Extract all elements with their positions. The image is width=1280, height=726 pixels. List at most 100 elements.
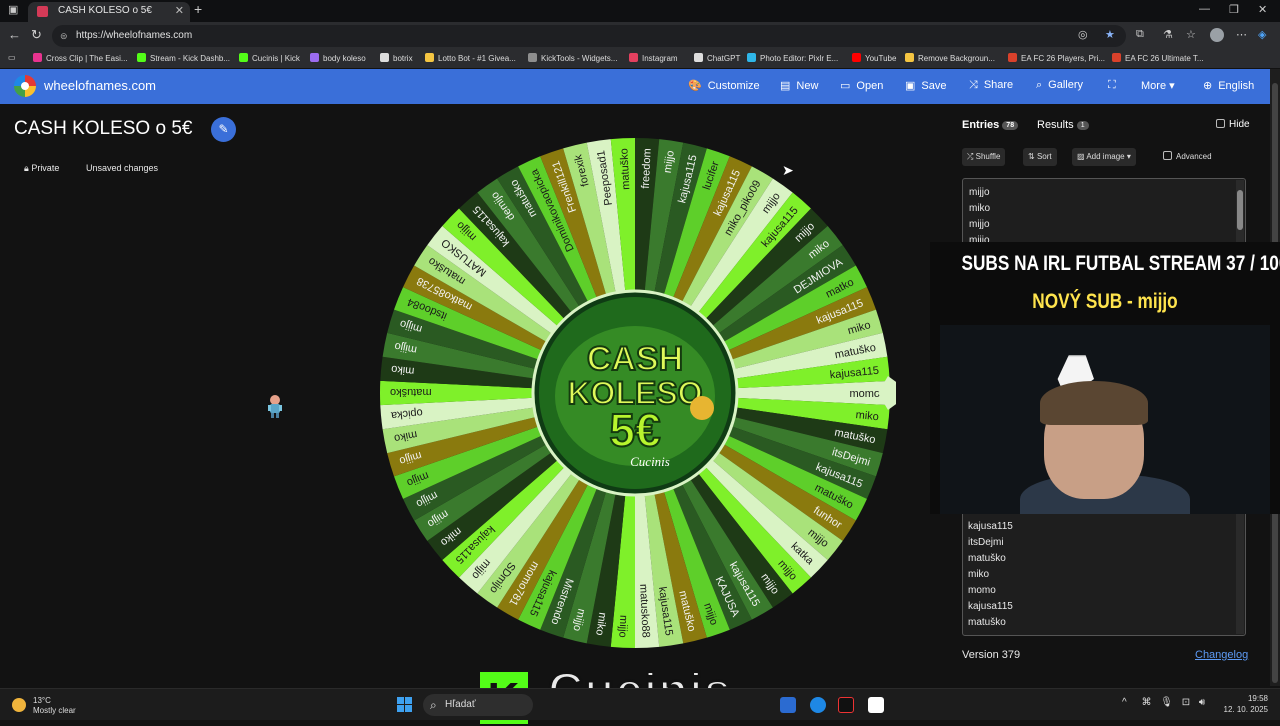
minimize-icon[interactable]: — bbox=[1199, 3, 1210, 15]
bookmark-item[interactable]: body koleso bbox=[310, 53, 366, 63]
back-icon[interactable]: ← bbox=[8, 27, 21, 42]
tab-actions-icon[interactable]: ▣ bbox=[8, 3, 18, 16]
tiktok-icon[interactable] bbox=[838, 697, 854, 713]
hide-toggle[interactable]: Hide bbox=[1216, 119, 1250, 130]
profile-avatar[interactable] bbox=[1210, 28, 1224, 42]
browser-taskbar-icon[interactable] bbox=[810, 697, 826, 713]
network-icon[interactable]: ⌘ bbox=[1141, 697, 1151, 708]
bookmark-item[interactable]: Stream - Kick Dashb... bbox=[137, 53, 230, 63]
close-window-icon[interactable]: ✕ bbox=[1258, 3, 1267, 16]
windows-start-icon[interactable] bbox=[397, 697, 412, 712]
system-tray[interactable]: ^ ⌘ 🎙︎ ⊡ 🔊︎ bbox=[1122, 697, 1205, 708]
edit-title-button[interactable]: ✎ bbox=[211, 117, 236, 142]
entry-item[interactable]: miko bbox=[969, 201, 1239, 217]
url-text: https://wheelofnames.com bbox=[76, 30, 193, 41]
tab-favicon-icon bbox=[37, 6, 48, 17]
bookmark-item[interactable]: EA FC 26 Ultimate T... bbox=[1112, 53, 1204, 63]
entry-item[interactable]: kajusa115 bbox=[968, 519, 1240, 535]
bookmark-item[interactable]: EA FC 26 Players, Pri... bbox=[1008, 53, 1105, 63]
site-info-icon[interactable]: ⊜ bbox=[60, 25, 68, 47]
wheel-title: CASH KOLESO o 5€ bbox=[14, 118, 193, 139]
tray-chevron-icon[interactable]: ^ bbox=[1122, 697, 1127, 708]
save-icon: ▣ bbox=[905, 80, 916, 92]
tab-entries[interactable]: Entries 78 bbox=[962, 119, 1019, 131]
menu-icon[interactable]: ⋯ bbox=[1236, 28, 1247, 41]
hide-label: Hide bbox=[1229, 119, 1250, 130]
mic-icon[interactable]: 🎙︎ bbox=[1160, 697, 1173, 708]
nav-share-button[interactable]: ⤨ Share bbox=[969, 79, 1013, 92]
bookmark-star-icon[interactable]: ★ bbox=[1105, 28, 1115, 41]
entry-item[interactable]: kajusa115 bbox=[968, 599, 1240, 615]
maximize-icon[interactable]: ❐ bbox=[1229, 3, 1239, 16]
entry-item[interactable]: miko bbox=[968, 567, 1240, 583]
nav-label: Share bbox=[983, 79, 1014, 91]
bookmark-favicon-icon bbox=[852, 53, 861, 62]
close-tab-icon[interactable]: ✕ bbox=[175, 2, 184, 20]
entry-item[interactable]: itsDejmi bbox=[968, 535, 1240, 551]
nav-label: More ▾ bbox=[1141, 80, 1175, 92]
bookmark-item[interactable]: Photo Editor: Pixlr E... bbox=[747, 53, 838, 63]
nav-english-button[interactable]: ⊕ English bbox=[1203, 79, 1254, 92]
nav-more-button[interactable]: More ▾ bbox=[1141, 79, 1175, 92]
bookmark-favicon-icon bbox=[239, 53, 248, 62]
bookmark-item[interactable]: YouTube bbox=[852, 53, 896, 63]
bookmark-favicon-icon bbox=[425, 53, 434, 62]
nav-customize-button[interactable]: 🎨 Customize bbox=[688, 79, 760, 92]
bookmark-item[interactable]: botrix bbox=[380, 53, 413, 63]
apps-icon[interactable]: ▭ bbox=[8, 53, 16, 62]
entry-item[interactable]: matuško bbox=[968, 551, 1240, 567]
entry-item[interactable]: mijjo bbox=[969, 185, 1239, 201]
bookmark-item[interactable]: Lotto Bot - #1 Givea... bbox=[425, 53, 516, 63]
new-tab-icon[interactable]: + bbox=[194, 1, 202, 17]
taskbar-search[interactable]: Hľadať bbox=[423, 694, 533, 716]
entry-item[interactable]: momo bbox=[968, 583, 1240, 599]
bookmark-label: Photo Editor: Pixlr E... bbox=[760, 54, 839, 63]
bookmark-favicon-icon bbox=[1008, 53, 1017, 62]
bookmark-item[interactable]: Remove Backgroun... bbox=[905, 53, 995, 63]
advanced-toggle[interactable]: Advanced bbox=[1158, 148, 1217, 166]
wheel-segment-label: miko bbox=[391, 363, 415, 377]
center-line1: CASH bbox=[587, 340, 683, 378]
wifi-icon[interactable]: ⊡ bbox=[1182, 697, 1190, 708]
favorites-icon[interactable]: ☆ bbox=[1186, 28, 1196, 41]
changelog-link[interactable]: Changelog bbox=[1195, 649, 1248, 661]
taskbar-app-icon[interactable] bbox=[780, 697, 796, 713]
nav-open-button[interactable]: ▭ Open bbox=[840, 79, 883, 92]
add-image-button[interactable]: ▨ Add image ▾ bbox=[1072, 148, 1136, 166]
wheel-logo-icon[interactable] bbox=[14, 75, 36, 97]
nav-label: Customize bbox=[707, 80, 760, 92]
volume-icon[interactable]: 🔊︎ bbox=[1199, 697, 1205, 708]
bookmark-label: Cucinis | Kick bbox=[252, 54, 300, 63]
bookmark-item[interactable]: Cross Clip | The Easi... bbox=[33, 53, 128, 63]
nav-save-button[interactable]: ▣ Save bbox=[905, 79, 946, 92]
bookmark-item[interactable]: KickTools - Widgets... bbox=[528, 53, 617, 63]
wheel-segment-label: matuško bbox=[390, 386, 432, 398]
tab-results[interactable]: Results 1 bbox=[1037, 119, 1089, 131]
bookmark-item[interactable]: ChatGPT bbox=[694, 53, 740, 63]
bookmark-item[interactable]: Instagram bbox=[629, 53, 678, 63]
bookmark-item[interactable]: Cucinis | Kick bbox=[239, 53, 300, 63]
name-wheel[interactable]: momomikomatuškoitsDejmikajusa115matuškof… bbox=[376, 134, 896, 654]
site-name[interactable]: wheelofnames.com bbox=[44, 78, 156, 93]
obs-icon[interactable] bbox=[868, 697, 884, 713]
copilot-icon[interactable]: ◈ bbox=[1258, 28, 1266, 41]
entry-item[interactable]: mijjo bbox=[969, 217, 1239, 233]
taskbar-clock[interactable]: 19:58 12. 10. 2025 bbox=[1218, 693, 1268, 715]
reader-icon[interactable]: ◎ bbox=[1078, 28, 1088, 41]
split-icon[interactable]: ⚗ bbox=[1163, 28, 1173, 41]
app-header: wheelofnames.com 🎨 Customize ▤ New ▭ Open ▣ Sav… bbox=[0, 69, 1270, 104]
nav-gallery-button[interactable]: ⌕ Gallery bbox=[1036, 79, 1083, 92]
extensions-icon[interactable]: ⧉ bbox=[1136, 28, 1144, 41]
wheel-center[interactable]: CASH KOLESO 5€ Cucinis bbox=[531, 289, 739, 497]
browser-tab[interactable]: CASH KOLESO o 5€ ✕ bbox=[28, 2, 190, 22]
sort-button[interactable]: ⇅ Sort bbox=[1023, 148, 1057, 166]
new-file-icon: ▤ bbox=[780, 80, 791, 92]
reload-icon[interactable]: ↻ bbox=[31, 27, 42, 43]
entry-item[interactable]: matuško bbox=[968, 615, 1240, 631]
weather-widget[interactable]: 13°C Mostly clear bbox=[12, 696, 76, 716]
nav-fullscreen-button[interactable]: ⛶ bbox=[1108, 79, 1122, 92]
bookmark-label: body koleso bbox=[323, 54, 366, 63]
shuffle-button[interactable]: ⤮ Shuffle bbox=[962, 148, 1006, 166]
url-field[interactable]: ⊜ https://wheelofnames.com bbox=[52, 25, 1126, 47]
nav-new-button[interactable]: ▤ New bbox=[780, 79, 818, 92]
